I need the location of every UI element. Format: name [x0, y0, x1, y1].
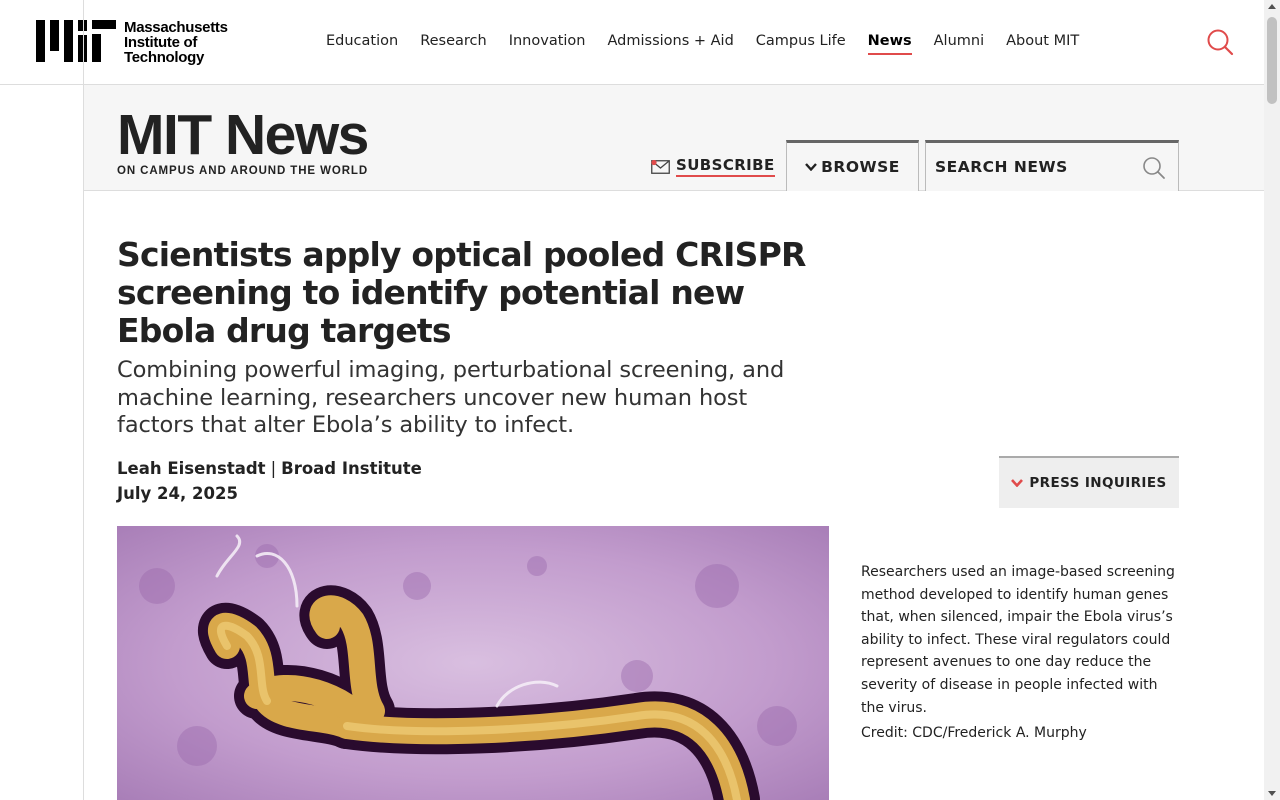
mit-logo-mark-icon — [36, 20, 116, 62]
nav-item-research[interactable]: Research — [420, 33, 487, 55]
nav-item-education[interactable]: Education — [326, 33, 398, 55]
news-brand-tagline: ON CAMPUS AND AROUND THE WORLD — [117, 165, 369, 177]
page-scrollbar[interactable] — [1264, 0, 1280, 800]
mit-logo[interactable]: Massachusetts Institute of Technology — [36, 20, 228, 65]
image-caption: Researchers used an image-based screenin… — [861, 564, 1175, 716]
nav-item-about[interactable]: About MIT — [1006, 33, 1079, 55]
logo-line: Massachusetts — [124, 19, 228, 36]
nav-item-news[interactable]: News — [867, 33, 912, 55]
nav-item-campus-life[interactable]: Campus Life — [756, 33, 846, 55]
article-hero-image[interactable] — [117, 526, 829, 800]
subscribe-label: SUBSCRIBE — [676, 156, 775, 177]
site-search-button[interactable] — [1206, 28, 1234, 56]
article-headline: Scientists apply optical pooled CRISPR s… — [117, 235, 806, 350]
byline-separator: | — [270, 459, 277, 478]
browse-button[interactable]: BROWSE — [786, 140, 919, 191]
logo-wordmark: Massachusetts Institute of Technology — [124, 20, 228, 65]
news-brand-title[interactable]: MIT News — [117, 107, 369, 164]
site-header: Massachusetts Institute of Technology Ed… — [0, 0, 1264, 85]
press-inquiries-label: PRESS INQUIRIES — [1029, 475, 1167, 491]
main-nav: Education Research Innovation Admissions… — [326, 33, 1101, 55]
author-affiliation: Broad Institute — [281, 459, 422, 478]
article-dek: Combining powerful imaging, perturbation… — [117, 357, 785, 438]
scroll-down-icon[interactable] — [1268, 791, 1276, 796]
search-icon — [1207, 29, 1234, 56]
news-search-box — [925, 140, 1179, 191]
subscribe-link[interactable]: SUBSCRIBE — [651, 156, 775, 177]
envelope-icon — [651, 159, 670, 174]
press-inquiries-button[interactable]: PRESS INQUIRIES — [999, 456, 1179, 508]
news-search-button[interactable] — [1142, 156, 1166, 185]
chevron-down-icon — [805, 163, 817, 171]
image-credit: Credit: CDC/Frederick A. Murphy — [861, 725, 1087, 741]
ebola-virus-micrograph-icon — [117, 526, 829, 800]
news-search-input[interactable] — [935, 153, 1135, 181]
nav-item-innovation[interactable]: Innovation — [509, 33, 586, 55]
author-name[interactable]: Leah Eisenstadt — [117, 459, 266, 478]
article-byline: Leah Eisenstadt | Broad Institute — [117, 459, 422, 478]
scroll-up-icon[interactable] — [1268, 4, 1276, 9]
nav-item-alumni[interactable]: Alumni — [934, 33, 984, 55]
chevron-down-icon — [1011, 479, 1024, 487]
article-date: July 24, 2025 — [117, 484, 238, 503]
scrollbar-thumb[interactable] — [1267, 17, 1277, 104]
browse-label: BROWSE — [821, 158, 900, 176]
logo-line: Technology — [124, 49, 205, 66]
search-icon — [1143, 157, 1165, 179]
nav-item-admissions[interactable]: Admissions + Aid — [608, 33, 734, 55]
logo-line: Institute of — [124, 34, 198, 51]
news-header: MIT News ON CAMPUS AND AROUND THE WORLD … — [84, 85, 1264, 191]
